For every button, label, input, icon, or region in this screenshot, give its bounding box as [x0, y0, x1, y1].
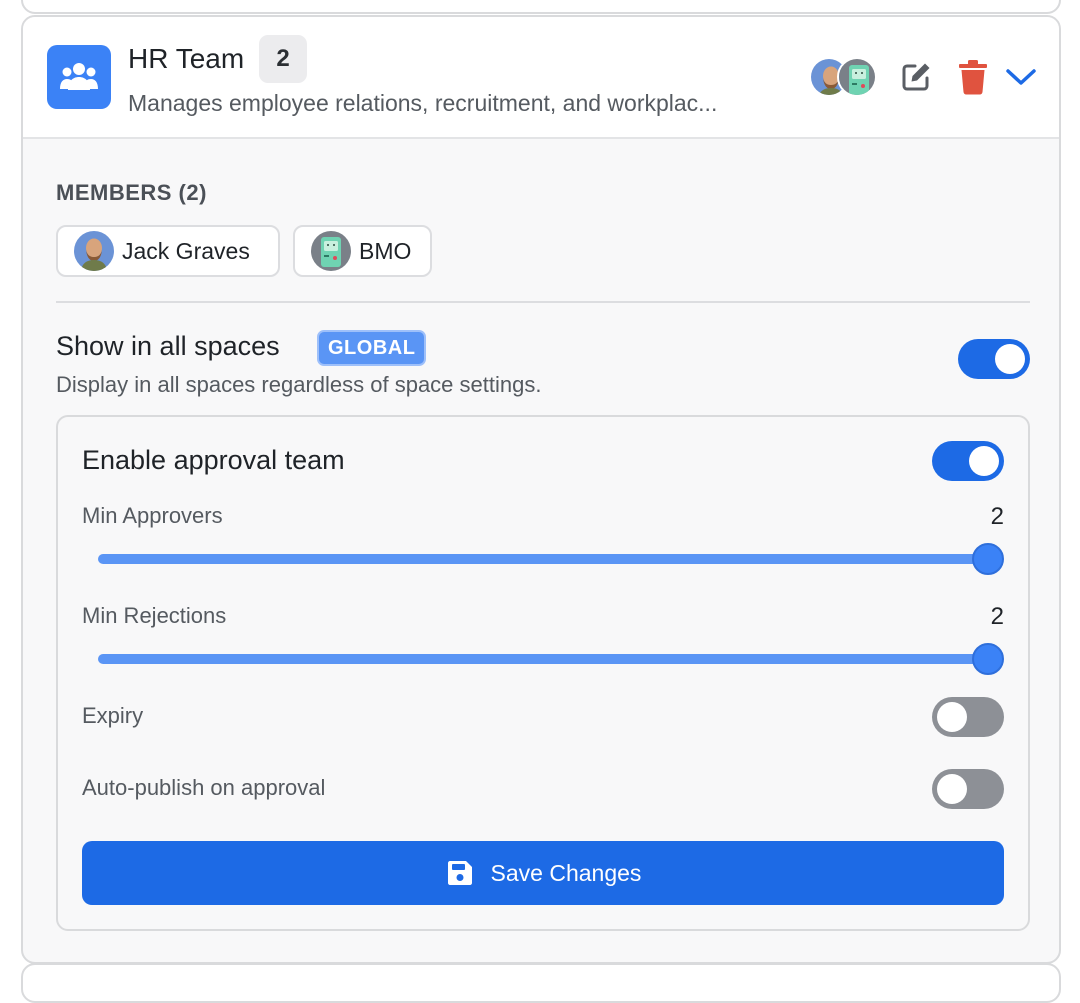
avatar-bmo — [837, 57, 877, 97]
collapse-team-button[interactable] — [1001, 57, 1041, 97]
previous-team-card — [21, 0, 1061, 14]
expiry-toggle[interactable] — [932, 697, 1004, 737]
auto-publish-toggle[interactable] — [932, 769, 1004, 809]
member-name: Jack Graves — [122, 237, 250, 264]
min-rejections-value: 2 — [990, 603, 1004, 630]
min-approvers-slider-thumb[interactable] — [972, 543, 1004, 575]
member-chip-bmo[interactable]: BMO — [293, 225, 432, 277]
member-chip-jack-graves[interactable]: Jack Graves — [56, 225, 280, 277]
min-approvers-value: 2 — [990, 503, 1004, 530]
edit-team-button[interactable] — [896, 57, 936, 97]
member-count-badge: 2 — [259, 35, 307, 83]
edit-icon — [902, 63, 930, 91]
chevron-down-icon — [1006, 69, 1036, 85]
min-rejections-label: Min Rejections — [82, 603, 227, 628]
global-badge: GLOBAL — [317, 330, 427, 366]
team-name: HR Team — [128, 43, 245, 74]
min-rejections-slider[interactable] — [98, 654, 988, 664]
section-divider — [56, 301, 1030, 303]
min-approvers-slider[interactable] — [98, 554, 988, 564]
approval-toggle[interactable] — [932, 441, 1004, 481]
member-avatar-stack — [809, 57, 881, 97]
approval-title: Enable approval team — [82, 445, 345, 475]
avatar-jack-graves — [74, 231, 114, 271]
approval-settings-panel: Enable approval team Min Approvers 2 Min… — [56, 415, 1030, 931]
users-icon — [60, 63, 98, 90]
toggle-knob — [969, 446, 999, 476]
global-toggle[interactable] — [958, 339, 1030, 379]
team-description: Manages employee relations, recruitment,… — [128, 90, 718, 116]
save-changes-button[interactable]: Save Changes — [82, 841, 1004, 905]
delete-team-button[interactable] — [953, 57, 993, 97]
team-icon — [47, 45, 111, 109]
auto-publish-label: Auto-publish on approval — [82, 775, 326, 800]
toggle-knob — [995, 344, 1025, 374]
team-card: HR Team 2 Manages employee relations, re… — [21, 15, 1061, 964]
avatar-bmo — [311, 231, 351, 271]
save-icon — [447, 861, 472, 885]
team-card-header[interactable]: HR Team 2 Manages employee relations, re… — [23, 17, 1059, 139]
min-approvers-label: Min Approvers — [82, 503, 223, 528]
expiry-label: Expiry — [82, 703, 144, 728]
global-title: Show in all spaces — [56, 331, 280, 361]
trash-icon — [959, 60, 987, 95]
global-description: Display in all spaces regardless of spac… — [56, 372, 542, 397]
member-name: BMO — [359, 237, 412, 264]
next-team-card — [21, 963, 1061, 1003]
toggle-knob — [937, 774, 967, 804]
toggle-knob — [937, 702, 967, 732]
save-changes-label: Save Changes — [490, 859, 642, 886]
min-rejections-slider-thumb[interactable] — [972, 643, 1004, 675]
members-section-label: MEMBERS (2) — [56, 180, 207, 205]
